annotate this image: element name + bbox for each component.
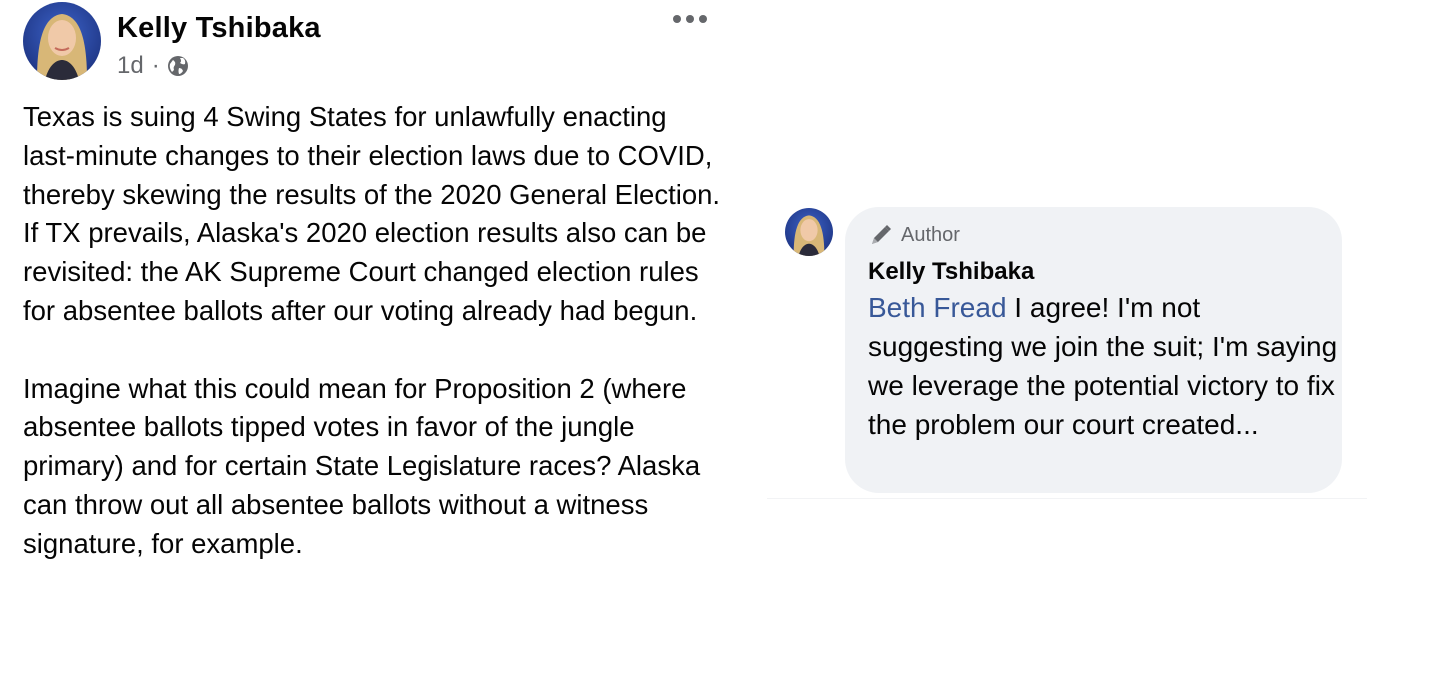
- author-badge-label: Author: [901, 223, 960, 246]
- globe-icon: [166, 54, 190, 78]
- divider: [767, 498, 1367, 499]
- post-body: Texas is suing 4 Swing States for unlawf…: [23, 98, 723, 564]
- mention-link[interactable]: Beth Fread: [868, 292, 1007, 323]
- comment-bubble: Author Kelly Tshibaka Beth Fread I agree…: [845, 207, 1342, 493]
- post-timestamp[interactable]: 1d: [117, 52, 144, 80]
- post-paragraph: Texas is suing 4 Swing States for unlawf…: [23, 101, 721, 326]
- comment-author-name[interactable]: Kelly Tshibaka: [868, 258, 1034, 286]
- commenter-avatar[interactable]: [785, 208, 833, 256]
- author-badge: Author: [869, 223, 960, 247]
- facebook-post: Kelly Tshibaka 1d · Texas is suing 4 Swi…: [0, 0, 730, 691]
- more-options-icon[interactable]: [670, 4, 710, 34]
- post-meta: 1d ·: [117, 52, 190, 80]
- author-avatar[interactable]: [23, 2, 101, 80]
- post-paragraph: Imagine what this could mean for Proposi…: [23, 372, 701, 559]
- post-author-name[interactable]: Kelly Tshibaka: [117, 12, 321, 45]
- meta-separator: ·: [151, 52, 160, 79]
- pen-icon: [869, 223, 893, 247]
- comment-text: Beth Fread I agree! I'm not suggesting w…: [868, 288, 1338, 444]
